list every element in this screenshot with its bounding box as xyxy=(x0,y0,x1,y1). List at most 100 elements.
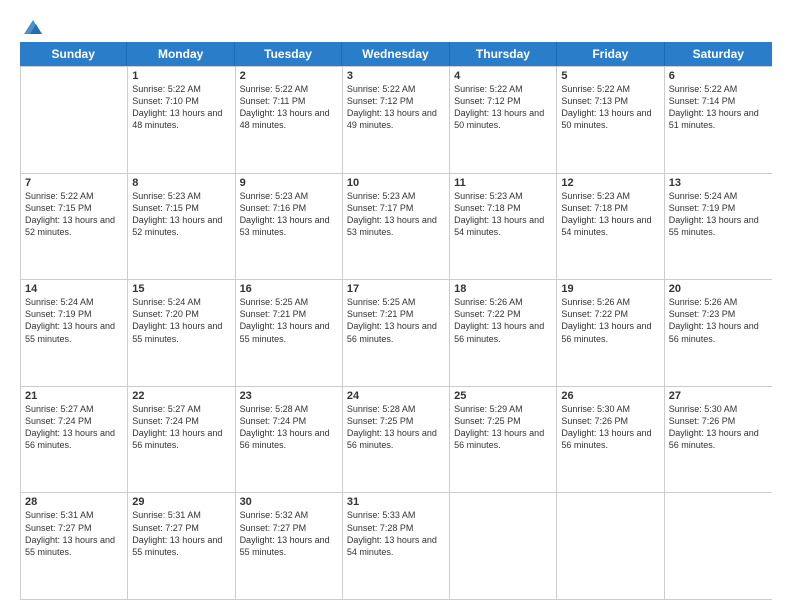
table-row: 23Sunrise: 5:28 AM Sunset: 7:24 PM Dayli… xyxy=(236,387,343,493)
table-row: 15Sunrise: 5:24 AM Sunset: 7:20 PM Dayli… xyxy=(128,280,235,386)
cell-day-number: 3 xyxy=(347,70,445,82)
cell-day-number: 25 xyxy=(454,390,552,402)
table-row: 16Sunrise: 5:25 AM Sunset: 7:21 PM Dayli… xyxy=(236,280,343,386)
table-row: 21Sunrise: 5:27 AM Sunset: 7:24 PM Dayli… xyxy=(21,387,128,493)
cell-day-number: 8 xyxy=(132,177,230,189)
cell-info: Sunrise: 5:29 AM Sunset: 7:25 PM Dayligh… xyxy=(454,403,552,452)
table-row: 27Sunrise: 5:30 AM Sunset: 7:26 PM Dayli… xyxy=(665,387,772,493)
cell-info: Sunrise: 5:23 AM Sunset: 7:17 PM Dayligh… xyxy=(347,190,445,239)
cell-day-number: 1 xyxy=(132,70,230,82)
cell-day-number: 15 xyxy=(132,283,230,295)
calendar-week-1: 1Sunrise: 5:22 AM Sunset: 7:10 PM Daylig… xyxy=(21,66,772,173)
cell-day-number: 18 xyxy=(454,283,552,295)
header-day-saturday: Saturday xyxy=(665,42,772,66)
cell-info: Sunrise: 5:32 AM Sunset: 7:27 PM Dayligh… xyxy=(240,509,338,558)
cell-day-number: 16 xyxy=(240,283,338,295)
cell-info: Sunrise: 5:31 AM Sunset: 7:27 PM Dayligh… xyxy=(25,509,123,558)
table-row: 17Sunrise: 5:25 AM Sunset: 7:21 PM Dayli… xyxy=(343,280,450,386)
cell-day-number: 23 xyxy=(240,390,338,402)
table-row: 10Sunrise: 5:23 AM Sunset: 7:17 PM Dayli… xyxy=(343,174,450,280)
cell-info: Sunrise: 5:22 AM Sunset: 7:14 PM Dayligh… xyxy=(669,83,768,132)
cell-day-number: 21 xyxy=(25,390,123,402)
cell-info: Sunrise: 5:22 AM Sunset: 7:15 PM Dayligh… xyxy=(25,190,123,239)
table-row: 12Sunrise: 5:23 AM Sunset: 7:18 PM Dayli… xyxy=(557,174,664,280)
cell-info: Sunrise: 5:25 AM Sunset: 7:21 PM Dayligh… xyxy=(240,296,338,345)
cell-day-number: 4 xyxy=(454,70,552,82)
calendar-header: SundayMondayTuesdayWednesdayThursdayFrid… xyxy=(20,42,772,66)
cell-info: Sunrise: 5:31 AM Sunset: 7:27 PM Dayligh… xyxy=(132,509,230,558)
table-row: 2Sunrise: 5:22 AM Sunset: 7:11 PM Daylig… xyxy=(236,67,343,173)
cell-info: Sunrise: 5:30 AM Sunset: 7:26 PM Dayligh… xyxy=(669,403,768,452)
cell-day-number: 27 xyxy=(669,390,768,402)
header-day-wednesday: Wednesday xyxy=(342,42,449,66)
table-row xyxy=(450,493,557,599)
cell-day-number: 12 xyxy=(561,177,659,189)
table-row: 20Sunrise: 5:26 AM Sunset: 7:23 PM Dayli… xyxy=(665,280,772,386)
cell-day-number: 20 xyxy=(669,283,768,295)
cell-day-number: 13 xyxy=(669,177,768,189)
cell-day-number: 26 xyxy=(561,390,659,402)
cell-info: Sunrise: 5:22 AM Sunset: 7:13 PM Dayligh… xyxy=(561,83,659,132)
cell-day-number: 14 xyxy=(25,283,123,295)
cell-day-number: 22 xyxy=(132,390,230,402)
table-row: 26Sunrise: 5:30 AM Sunset: 7:26 PM Dayli… xyxy=(557,387,664,493)
table-row: 30Sunrise: 5:32 AM Sunset: 7:27 PM Dayli… xyxy=(236,493,343,599)
cell-info: Sunrise: 5:28 AM Sunset: 7:24 PM Dayligh… xyxy=(240,403,338,452)
header-day-monday: Monday xyxy=(127,42,234,66)
cell-info: Sunrise: 5:28 AM Sunset: 7:25 PM Dayligh… xyxy=(347,403,445,452)
table-row: 18Sunrise: 5:26 AM Sunset: 7:22 PM Dayli… xyxy=(450,280,557,386)
cell-day-number: 11 xyxy=(454,177,552,189)
cell-info: Sunrise: 5:23 AM Sunset: 7:16 PM Dayligh… xyxy=(240,190,338,239)
table-row: 29Sunrise: 5:31 AM Sunset: 7:27 PM Dayli… xyxy=(128,493,235,599)
cell-info: Sunrise: 5:33 AM Sunset: 7:28 PM Dayligh… xyxy=(347,509,445,558)
cell-day-number: 2 xyxy=(240,70,338,82)
table-row: 11Sunrise: 5:23 AM Sunset: 7:18 PM Dayli… xyxy=(450,174,557,280)
cell-info: Sunrise: 5:24 AM Sunset: 7:20 PM Dayligh… xyxy=(132,296,230,345)
cell-info: Sunrise: 5:22 AM Sunset: 7:12 PM Dayligh… xyxy=(454,83,552,132)
table-row: 24Sunrise: 5:28 AM Sunset: 7:25 PM Dayli… xyxy=(343,387,450,493)
cell-day-number: 28 xyxy=(25,496,123,508)
cell-info: Sunrise: 5:25 AM Sunset: 7:21 PM Dayligh… xyxy=(347,296,445,345)
cell-day-number: 30 xyxy=(240,496,338,508)
table-row: 3Sunrise: 5:22 AM Sunset: 7:12 PM Daylig… xyxy=(343,67,450,173)
cell-info: Sunrise: 5:23 AM Sunset: 7:18 PM Dayligh… xyxy=(561,190,659,239)
cell-day-number: 17 xyxy=(347,283,445,295)
header xyxy=(20,16,772,34)
logo-icon xyxy=(22,16,44,38)
cell-info: Sunrise: 5:30 AM Sunset: 7:26 PM Dayligh… xyxy=(561,403,659,452)
header-day-sunday: Sunday xyxy=(20,42,127,66)
table-row xyxy=(557,493,664,599)
logo xyxy=(20,16,44,34)
cell-day-number: 9 xyxy=(240,177,338,189)
cell-day-number: 29 xyxy=(132,496,230,508)
calendar-week-5: 28Sunrise: 5:31 AM Sunset: 7:27 PM Dayli… xyxy=(21,492,772,599)
table-row: 9Sunrise: 5:23 AM Sunset: 7:16 PM Daylig… xyxy=(236,174,343,280)
cell-info: Sunrise: 5:27 AM Sunset: 7:24 PM Dayligh… xyxy=(25,403,123,452)
cell-info: Sunrise: 5:22 AM Sunset: 7:12 PM Dayligh… xyxy=(347,83,445,132)
table-row: 8Sunrise: 5:23 AM Sunset: 7:15 PM Daylig… xyxy=(128,174,235,280)
table-row xyxy=(21,67,128,173)
table-row: 31Sunrise: 5:33 AM Sunset: 7:28 PM Dayli… xyxy=(343,493,450,599)
header-day-friday: Friday xyxy=(557,42,664,66)
table-row: 4Sunrise: 5:22 AM Sunset: 7:12 PM Daylig… xyxy=(450,67,557,173)
table-row: 28Sunrise: 5:31 AM Sunset: 7:27 PM Dayli… xyxy=(21,493,128,599)
table-row: 14Sunrise: 5:24 AM Sunset: 7:19 PM Dayli… xyxy=(21,280,128,386)
header-day-tuesday: Tuesday xyxy=(235,42,342,66)
cell-info: Sunrise: 5:24 AM Sunset: 7:19 PM Dayligh… xyxy=(25,296,123,345)
table-row: 25Sunrise: 5:29 AM Sunset: 7:25 PM Dayli… xyxy=(450,387,557,493)
calendar-week-3: 14Sunrise: 5:24 AM Sunset: 7:19 PM Dayli… xyxy=(21,279,772,386)
calendar-week-4: 21Sunrise: 5:27 AM Sunset: 7:24 PM Dayli… xyxy=(21,386,772,493)
cell-info: Sunrise: 5:22 AM Sunset: 7:11 PM Dayligh… xyxy=(240,83,338,132)
cell-info: Sunrise: 5:22 AM Sunset: 7:10 PM Dayligh… xyxy=(132,83,230,132)
table-row: 6Sunrise: 5:22 AM Sunset: 7:14 PM Daylig… xyxy=(665,67,772,173)
cell-day-number: 5 xyxy=(561,70,659,82)
cell-info: Sunrise: 5:26 AM Sunset: 7:22 PM Dayligh… xyxy=(561,296,659,345)
cell-info: Sunrise: 5:26 AM Sunset: 7:23 PM Dayligh… xyxy=(669,296,768,345)
calendar-body: 1Sunrise: 5:22 AM Sunset: 7:10 PM Daylig… xyxy=(20,66,772,600)
cell-info: Sunrise: 5:27 AM Sunset: 7:24 PM Dayligh… xyxy=(132,403,230,452)
table-row: 7Sunrise: 5:22 AM Sunset: 7:15 PM Daylig… xyxy=(21,174,128,280)
table-row: 13Sunrise: 5:24 AM Sunset: 7:19 PM Dayli… xyxy=(665,174,772,280)
cell-day-number: 31 xyxy=(347,496,445,508)
table-row: 5Sunrise: 5:22 AM Sunset: 7:13 PM Daylig… xyxy=(557,67,664,173)
cell-day-number: 6 xyxy=(669,70,768,82)
